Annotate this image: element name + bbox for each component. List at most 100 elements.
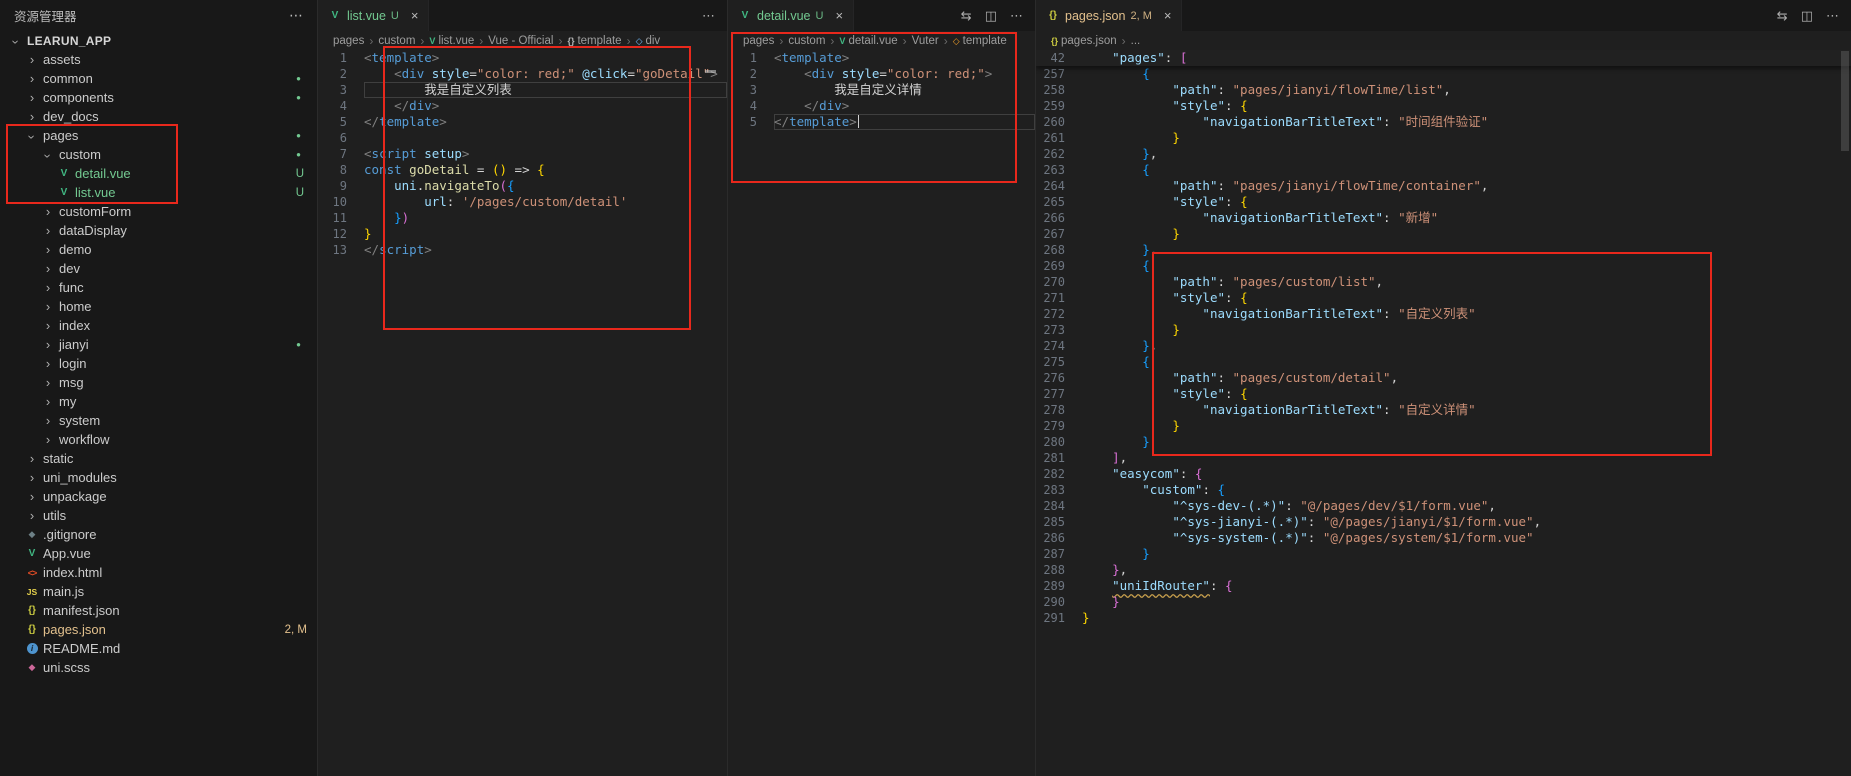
tree-item-app-vue[interactable]: VApp.vue [0,544,317,563]
code-line-284[interactable]: 284 "^sys-dev-(.*)": "@/pages/dev/$1/for… [1036,498,1851,514]
code-line-2[interactable]: 2 <div style="color: red;" @click="goDet… [318,66,727,82]
code-line-290[interactable]: 290 } [1036,594,1851,610]
tree-item-index[interactable]: ›index [0,316,317,335]
tree-item-static[interactable]: ›static [0,449,317,468]
breadcrumb-item-vue-official[interactable]: Vue - Official [488,35,553,47]
tree-item-msg[interactable]: ›msg [0,373,317,392]
code-line-271[interactable]: 271 "style": { [1036,290,1851,306]
tree-item-readme-md[interactable]: iREADME.md [0,639,317,658]
tree-item-components[interactable]: ›components● [0,88,317,107]
code-line-270[interactable]: 270 "path": "pages/custom/list", [1036,274,1851,290]
code-line-5[interactable]: 5</template> [728,114,1035,130]
tab-list-vue[interactable]: Vlist.vueU× [318,0,429,31]
tree-item-my[interactable]: ›my [0,392,317,411]
code-line-286[interactable]: 286 "^sys-system-(.*)": "@/pages/system/… [1036,530,1851,546]
breadcrumb-item-vuter[interactable]: Vuter [912,35,939,47]
code-line-272[interactable]: 272 "navigationBarTitleText": "自定义列表" [1036,306,1851,322]
code-line-266[interactable]: 266 "navigationBarTitleText": "新增" [1036,210,1851,226]
code-line-276[interactable]: 276 "path": "pages/custom/detail", [1036,370,1851,386]
code-line-285[interactable]: 285 "^sys-jianyi-(.*)": "@/pages/jianyi/… [1036,514,1851,530]
tree-item-assets[interactable]: ›assets [0,50,317,69]
code-line-7[interactable]: 7<script setup> [318,146,727,162]
breadcrumb-item-custom[interactable]: custom [378,35,415,47]
breadcrumb-item-list-vue[interactable]: Vlist.vue [429,35,474,47]
code-line-9[interactable]: 9 uni.navigateTo({ [318,178,727,194]
code-line-267[interactable]: 267 } [1036,226,1851,242]
tree-item-uni-modules[interactable]: ›uni_modules [0,468,317,487]
tree-item-workflow[interactable]: ›workflow [0,430,317,449]
breadcrumb-item-pages[interactable]: pages [743,35,774,47]
code-line-283[interactable]: 283 "custom": { [1036,482,1851,498]
code-line-11[interactable]: 11 }) [318,210,727,226]
tree-item-pages[interactable]: ›pages● [0,126,317,145]
breadcrumb-item-[interactable]: ... [1131,35,1141,47]
more-icon[interactable]: ⋯ [1010,8,1023,24]
tree-item-main-js[interactable]: JSmain.js [0,582,317,601]
tree-item-dev[interactable]: ›dev [0,259,317,278]
breadcrumb-item-pages-json[interactable]: {}pages.json [1051,35,1117,47]
code-line-13[interactable]: 13</script> [318,242,727,258]
tree-item-func[interactable]: ›func [0,278,317,297]
code-line-261[interactable]: 261 } [1036,130,1851,146]
code-line-281[interactable]: 281 ], [1036,450,1851,466]
tree-item-home[interactable]: ›home [0,297,317,316]
tree-item-dev-docs[interactable]: ›dev_docs [0,107,317,126]
changes-icon[interactable]: ⇆ [1777,8,1788,24]
close-icon[interactable]: × [411,8,419,23]
code-line-287[interactable]: 287 } [1036,546,1851,562]
code-line-259[interactable]: 259 "style": { [1036,98,1851,114]
more-icon[interactable]: ⋯ [1826,8,1839,24]
tree-item-pages-json[interactable]: {}pages.json2, M [0,620,317,639]
code-line-273[interactable]: 273 } [1036,322,1851,338]
code-line-8[interactable]: 8const goDetail = () => { [318,162,727,178]
split-editor-icon[interactable]: ◫ [985,8,997,24]
code-line-258[interactable]: 258 "path": "pages/jianyi/flowTime/list"… [1036,82,1851,98]
tree-item-common[interactable]: ›common● [0,69,317,88]
code-line-1[interactable]: 1<template> [728,50,1035,66]
more-actions-icon[interactable]: ⋯ [289,7,303,24]
code-line-42[interactable]: 42 "pages": [ [1036,50,1851,66]
code-line-5[interactable]: 5</template> [318,114,727,130]
code-line-10[interactable]: 10 url: '/pages/custom/detail' [318,194,727,210]
breadcrumb-item-pages[interactable]: pages [333,35,364,47]
scrollbar-thumb[interactable] [1841,51,1849,151]
code-line-274[interactable]: 274 }, [1036,338,1851,354]
tree-item-detail-vue[interactable]: Vdetail.vueU [0,164,317,183]
code-line-257[interactable]: 257 { [1036,66,1851,82]
tree-item-learun-app[interactable]: ›LEARUN_APP [0,31,317,50]
code-line-264[interactable]: 264 "path": "pages/jianyi/flowTime/conta… [1036,178,1851,194]
tree-item-datadisplay[interactable]: ›dataDisplay [0,221,317,240]
tree-item-manifest-json[interactable]: {}manifest.json [0,601,317,620]
code-line-6[interactable]: 6 [318,130,727,146]
breadcrumb-item-div[interactable]: ◇div [636,35,661,47]
breadcrumb-item-template[interactable]: {}template [567,35,621,47]
breadcrumb-item-detail-vue[interactable]: Vdetail.vue [839,35,897,47]
breadcrumb-item-template[interactable]: ◇template [953,35,1007,47]
code-line-2[interactable]: 2 <div style="color: red;"> [728,66,1035,82]
tree-item-uni-scss[interactable]: ◆uni.scss [0,658,317,677]
code-line-12[interactable]: 12} [318,226,727,242]
code-line-280[interactable]: 280 } [1036,434,1851,450]
code-line-3[interactable]: 3 我是自定义列表 [318,82,727,98]
code-area[interactable]: 1<template>2 <div style="color: red;">3 … [728,50,1035,776]
code-line-262[interactable]: 262 }, [1036,146,1851,162]
code-line-263[interactable]: 263 { [1036,162,1851,178]
close-icon[interactable]: × [1164,8,1172,23]
tree-item-gitignore[interactable]: ◆.gitignore [0,525,317,544]
code-line-289[interactable]: 289 "uniIdRouter": { [1036,578,1851,594]
code-line-278[interactable]: 278 "navigationBarTitleText": "自定义详情" [1036,402,1851,418]
code-line-260[interactable]: 260 "navigationBarTitleText": "时间组件验证" [1036,114,1851,130]
tree-item-customform[interactable]: ›customForm [0,202,317,221]
breadcrumb-item-custom[interactable]: custom [788,35,825,47]
code-line-275[interactable]: 275 { [1036,354,1851,370]
code-line-4[interactable]: 4 </div> [728,98,1035,114]
code-line-3[interactable]: 3 我是自定义详情 [728,82,1035,98]
code-line-279[interactable]: 279 } [1036,418,1851,434]
tree-item-list-vue[interactable]: Vlist.vueU [0,183,317,202]
split-editor-icon[interactable]: ◫ [1801,8,1813,24]
tree-item-unpackage[interactable]: ›unpackage [0,487,317,506]
code-line-265[interactable]: 265 "style": { [1036,194,1851,210]
tree-item-index-html[interactable]: <>index.html [0,563,317,582]
tree-item-utils[interactable]: ›utils [0,506,317,525]
code-line-1[interactable]: 1<template> [318,50,727,66]
